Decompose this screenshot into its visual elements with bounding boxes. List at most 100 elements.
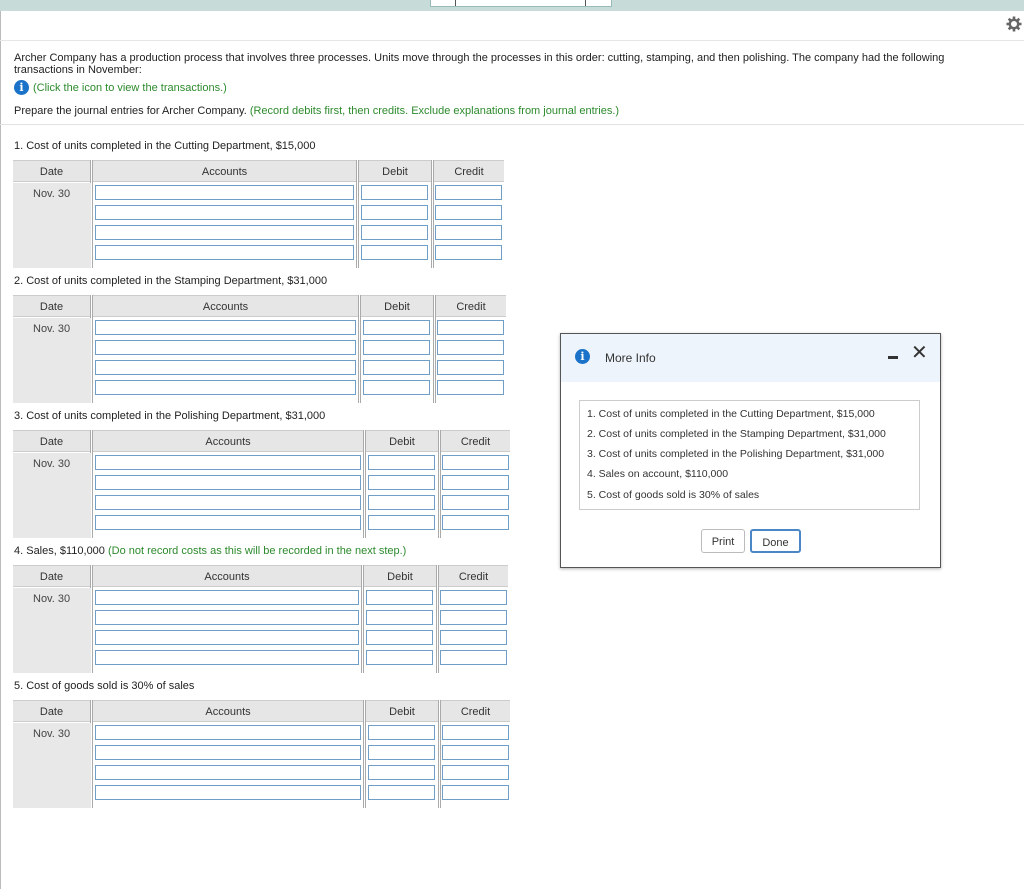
credit-input[interactable] bbox=[440, 630, 507, 645]
debit-input[interactable] bbox=[363, 340, 430, 355]
credit-input[interactable] bbox=[437, 320, 504, 335]
info-icon[interactable]: i bbox=[14, 80, 29, 95]
account-input[interactable] bbox=[95, 785, 361, 800]
gear-icon[interactable] bbox=[1006, 16, 1022, 32]
credit-input[interactable] bbox=[435, 205, 502, 220]
account-input[interactable] bbox=[95, 725, 361, 740]
debit-input[interactable] bbox=[363, 320, 430, 335]
account-input[interactable] bbox=[95, 360, 356, 375]
debit-input[interactable] bbox=[363, 380, 430, 395]
account-input[interactable] bbox=[95, 245, 354, 260]
credit-input[interactable] bbox=[435, 185, 502, 200]
debit-input[interactable] bbox=[366, 650, 433, 665]
account-input[interactable] bbox=[95, 475, 361, 490]
step-4-label: 4. Sales, $110,000 (Do not record costs … bbox=[14, 545, 407, 557]
account-input[interactable] bbox=[95, 185, 354, 200]
debit-input[interactable] bbox=[366, 590, 433, 605]
debit-input[interactable] bbox=[361, 225, 428, 240]
account-input[interactable] bbox=[95, 205, 354, 220]
section-divider bbox=[0, 124, 1024, 125]
account-input[interactable] bbox=[95, 745, 361, 760]
debit-input[interactable] bbox=[366, 630, 433, 645]
date-header: Date bbox=[13, 430, 90, 452]
date-cell: Nov. 30 bbox=[13, 183, 91, 268]
info-link-row[interactable]: i (Click the icon to view the transactio… bbox=[14, 80, 227, 95]
accounts-header: Accounts bbox=[93, 430, 363, 452]
credit-input[interactable] bbox=[435, 225, 502, 240]
credit-header: Credit bbox=[441, 430, 510, 452]
account-input[interactable] bbox=[95, 320, 356, 335]
debit-input[interactable] bbox=[361, 205, 428, 220]
credit-input[interactable] bbox=[440, 610, 507, 625]
credit-header: Credit bbox=[434, 160, 504, 182]
credit-input[interactable] bbox=[437, 360, 504, 375]
account-input[interactable] bbox=[95, 225, 354, 240]
account-input[interactable] bbox=[95, 590, 359, 605]
prepare-note: (Record debits first, then credits. Excl… bbox=[249, 105, 620, 117]
info-link-text[interactable]: (Click the icon to view the transactions… bbox=[33, 82, 227, 94]
debit-input[interactable] bbox=[368, 515, 435, 530]
credit-input[interactable] bbox=[442, 455, 509, 470]
credit-input[interactable] bbox=[442, 765, 509, 780]
credit-input[interactable] bbox=[442, 785, 509, 800]
credit-input[interactable] bbox=[437, 340, 504, 355]
debit-input[interactable] bbox=[361, 185, 428, 200]
debit-input[interactable] bbox=[368, 765, 435, 780]
credit-input[interactable] bbox=[442, 745, 509, 760]
minimize-icon[interactable] bbox=[888, 356, 898, 359]
date-header: Date bbox=[13, 160, 90, 182]
step-3-label: 3. Cost of units completed in the Polish… bbox=[14, 410, 326, 422]
account-input[interactable] bbox=[95, 455, 361, 470]
journal-table-4: Date Accounts Debit Credit Nov. 30 bbox=[13, 565, 508, 673]
account-input[interactable] bbox=[95, 380, 356, 395]
print-button[interactable]: Print bbox=[701, 529, 745, 553]
accounts-header: Accounts bbox=[93, 700, 363, 722]
date-cell: Nov. 30 bbox=[13, 453, 91, 538]
accounts-header: Accounts bbox=[93, 160, 356, 182]
close-icon[interactable]: ✕ bbox=[911, 343, 928, 363]
debit-input[interactable] bbox=[368, 475, 435, 490]
date-cell: Nov. 30 bbox=[13, 588, 91, 673]
credit-input[interactable] bbox=[442, 725, 509, 740]
info-icon: i bbox=[575, 349, 590, 364]
debit-input[interactable] bbox=[363, 360, 430, 375]
transaction-list: 1. Cost of units completed in the Cuttin… bbox=[579, 400, 920, 510]
question-navigator[interactable] bbox=[430, 0, 612, 7]
credit-header: Credit bbox=[441, 700, 510, 722]
credit-input[interactable] bbox=[435, 245, 502, 260]
credit-input[interactable] bbox=[442, 475, 509, 490]
journal-table-2: Date Accounts Debit Credit Nov. 30 bbox=[13, 295, 506, 403]
account-input[interactable] bbox=[95, 515, 361, 530]
credit-input[interactable] bbox=[440, 590, 507, 605]
account-input[interactable] bbox=[95, 340, 356, 355]
debit-input[interactable] bbox=[366, 610, 433, 625]
debit-input[interactable] bbox=[368, 495, 435, 510]
debit-input[interactable] bbox=[368, 785, 435, 800]
credit-input[interactable] bbox=[442, 495, 509, 510]
debit-input[interactable] bbox=[368, 725, 435, 740]
date-header: Date bbox=[13, 295, 90, 317]
date-header: Date bbox=[13, 565, 90, 587]
step-1-label: 1. Cost of units completed in the Cuttin… bbox=[14, 140, 316, 152]
credit-input[interactable] bbox=[437, 380, 504, 395]
debit-header: Debit bbox=[361, 295, 433, 317]
account-input[interactable] bbox=[95, 650, 359, 665]
account-input[interactable] bbox=[95, 630, 359, 645]
account-input[interactable] bbox=[95, 765, 361, 780]
date-cell: Nov. 30 bbox=[13, 723, 91, 808]
debit-header: Debit bbox=[364, 565, 436, 587]
credit-input[interactable] bbox=[440, 650, 507, 665]
journal-table-3: Date Accounts Debit Credit Nov. 30 bbox=[13, 430, 510, 538]
debit-input[interactable] bbox=[368, 745, 435, 760]
debit-header: Debit bbox=[359, 160, 431, 182]
account-input[interactable] bbox=[95, 495, 361, 510]
debit-input[interactable] bbox=[361, 245, 428, 260]
debit-input[interactable] bbox=[368, 455, 435, 470]
top-bar bbox=[0, 0, 1024, 11]
credit-input[interactable] bbox=[442, 515, 509, 530]
step-5-label: 5. Cost of goods sold is 30% of sales bbox=[14, 680, 195, 692]
done-button[interactable]: Done bbox=[750, 529, 801, 553]
journal-table-1: Date Accounts Debit Credit Nov. 30 bbox=[13, 160, 504, 268]
modal-header[interactable]: i More Info ✕ bbox=[561, 334, 940, 382]
account-input[interactable] bbox=[95, 610, 359, 625]
